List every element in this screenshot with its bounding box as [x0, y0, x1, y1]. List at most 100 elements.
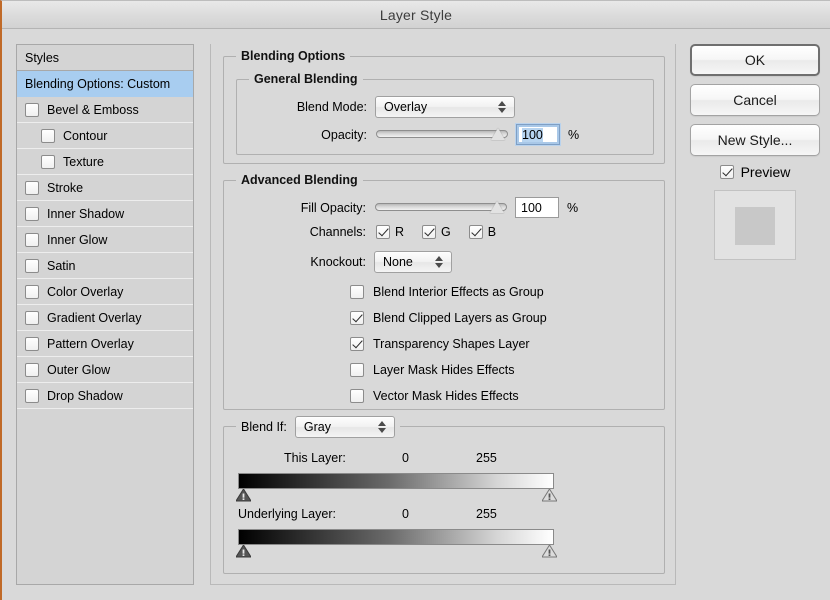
- underlying-layer-label: Underlying Layer:: [238, 507, 336, 521]
- blend-if-group: Blend If: Gray This Layer: 0 255 Underly…: [223, 416, 665, 574]
- checkbox-icon[interactable]: [25, 336, 39, 351]
- option-transparency-shapes-layer[interactable]: Transparency Shapes Layer: [350, 337, 530, 351]
- blend-if-label: Blend If:: [241, 420, 287, 434]
- sidebar-item-drop-shadow[interactable]: Drop Shadow: [17, 383, 193, 409]
- general-blending-legend: General Blending: [249, 72, 363, 86]
- checkbox-icon[interactable]: [25, 206, 39, 221]
- sidebar-item-color-overlay[interactable]: Color Overlay: [17, 279, 193, 305]
- checkbox-icon[interactable]: [350, 337, 364, 351]
- dialog-titlebar: Layer Style: [2, 1, 830, 29]
- checkbox-icon[interactable]: [25, 258, 39, 273]
- underlying-layer-max: 255: [476, 507, 497, 521]
- this-layer-black-handle[interactable]: [236, 489, 251, 502]
- blending-options-group: Blending Options General Blending Blend …: [223, 49, 665, 164]
- option-blend-clipped-layers[interactable]: Blend Clipped Layers as Group: [350, 311, 547, 325]
- sidebar-item-label: Blending Options: Custom: [25, 76, 171, 91]
- option-blend-interior-effects[interactable]: Blend Interior Effects as Group: [350, 285, 544, 299]
- channel-g[interactable]: G: [422, 225, 451, 239]
- checkbox-icon[interactable]: [25, 284, 39, 299]
- blend-if-channel-select[interactable]: Gray: [294, 416, 395, 438]
- blend-mode-select[interactable]: Overlay: [375, 96, 515, 118]
- sidebar-item-bevel-emboss[interactable]: Bevel & Emboss: [17, 97, 193, 123]
- advanced-blending-group: Advanced Blending Fill Opacity: 100 % Ch…: [223, 173, 665, 410]
- underlying-layer-black-handle[interactable]: [236, 545, 251, 558]
- checkbox-icon[interactable]: [25, 362, 39, 377]
- knockout-row: Knockout: None: [224, 251, 656, 273]
- layer-style-dialog: Layer Style Styles Blending Options: Cus…: [0, 0, 830, 600]
- preview-toggle[interactable]: Preview: [690, 164, 820, 180]
- checkbox-icon[interactable]: [25, 232, 39, 247]
- checkbox-icon[interactable]: [25, 310, 39, 325]
- knockout-value: None: [383, 255, 413, 269]
- fill-opacity-slider[interactable]: [375, 200, 507, 216]
- preview-label: Preview: [740, 164, 791, 180]
- general-blending-group: General Blending Blend Mode: Overlay Opa…: [236, 72, 654, 155]
- dialog-title: Layer Style: [379, 6, 453, 23]
- sidebar-item-inner-shadow[interactable]: Inner Shadow: [17, 201, 193, 227]
- checkbox-icon[interactable]: [41, 128, 55, 143]
- checkbox-icon[interactable]: [25, 180, 39, 195]
- option-label: Vector Mask Hides Effects: [373, 389, 519, 403]
- new-style-button[interactable]: New Style...: [690, 124, 820, 156]
- checkbox-icon[interactable]: [376, 225, 390, 239]
- knockout-select[interactable]: None: [374, 251, 452, 273]
- knockout-label: Knockout:: [310, 255, 366, 269]
- sidebar-item-inner-glow[interactable]: Inner Glow: [17, 227, 193, 253]
- checkbox-icon[interactable]: [350, 389, 364, 403]
- sidebar-item-blending-options[interactable]: Blending Options: Custom: [17, 71, 193, 97]
- checkbox-icon[interactable]: [719, 165, 734, 179]
- opacity-slider[interactable]: [376, 127, 508, 143]
- option-vector-mask-hides-effects[interactable]: Vector Mask Hides Effects: [350, 389, 519, 403]
- underlying-layer-gradient-bar[interactable]: [238, 529, 554, 545]
- channel-g-label: G: [441, 225, 451, 239]
- fill-opacity-input[interactable]: 100: [515, 197, 559, 218]
- sidebar-item-gradient-overlay[interactable]: Gradient Overlay: [17, 305, 193, 331]
- styles-header-label: Styles: [25, 50, 60, 65]
- checkbox-icon[interactable]: [350, 363, 364, 377]
- sidebar-item-label: Stroke: [47, 180, 84, 195]
- sidebar-item-texture[interactable]: Texture: [17, 149, 193, 175]
- underlying-layer-white-handle[interactable]: [542, 545, 557, 558]
- chevron-updown-icon: [377, 420, 387, 434]
- this-layer-gradient-bar[interactable]: [238, 473, 554, 489]
- fill-opacity-row: Fill Opacity: 100 %: [224, 197, 656, 218]
- sidebar-item-outer-glow[interactable]: Outer Glow: [17, 357, 193, 383]
- checkbox-icon[interactable]: [350, 285, 364, 299]
- opacity-unit: %: [568, 127, 580, 142]
- fill-opacity-slider-track: [375, 202, 507, 211]
- blend-if-channel-value: Gray: [303, 420, 331, 434]
- checkbox-icon[interactable]: [41, 154, 55, 169]
- opacity-slider-track: [376, 129, 508, 138]
- this-layer-white-handle[interactable]: [542, 489, 557, 502]
- opacity-input[interactable]: 100: [516, 124, 560, 145]
- sidebar-item-label: Inner Shadow: [47, 206, 125, 221]
- sidebar-item-contour[interactable]: Contour: [17, 123, 193, 149]
- sidebar-item-label: Contour: [63, 128, 108, 143]
- styles-list[interactable]: Styles Blending Options: Custom Bevel & …: [16, 44, 194, 585]
- checkbox-icon[interactable]: [468, 225, 483, 239]
- checkbox-icon[interactable]: [350, 311, 364, 325]
- sidebar-item-label: Gradient Overlay: [47, 310, 142, 325]
- option-label: Transparency Shapes Layer: [373, 337, 530, 351]
- dialog-content: Styles Blending Options: Custom Bevel & …: [2, 30, 830, 600]
- sidebar-item-label: Inner Glow: [47, 232, 108, 247]
- channel-b-label: B: [487, 225, 497, 239]
- styles-list-empty-area: [17, 409, 193, 435]
- sidebar-item-pattern-overlay[interactable]: Pattern Overlay: [17, 331, 193, 357]
- option-layer-mask-hides-effects[interactable]: Layer Mask Hides Effects: [350, 363, 515, 377]
- sidebar-item-satin[interactable]: Satin: [17, 253, 193, 279]
- channel-b[interactable]: B: [468, 225, 497, 239]
- checkbox-icon[interactable]: [422, 225, 437, 239]
- opacity-value: 100: [522, 127, 543, 142]
- sidebar-item-label: Texture: [63, 154, 104, 169]
- sidebar-item-label: Bevel & Emboss: [47, 102, 139, 117]
- sidebar-item-stroke[interactable]: Stroke: [17, 175, 193, 201]
- this-layer-min: 0: [402, 451, 409, 465]
- blend-mode-label: Blend Mode:: [296, 100, 367, 114]
- cancel-button[interactable]: Cancel: [690, 84, 820, 116]
- checkbox-icon[interactable]: [25, 102, 39, 117]
- checkbox-icon[interactable]: [25, 388, 39, 403]
- ok-button[interactable]: OK: [690, 44, 820, 76]
- blending-options-legend: Blending Options: [236, 49, 351, 63]
- channel-r[interactable]: R: [376, 225, 404, 239]
